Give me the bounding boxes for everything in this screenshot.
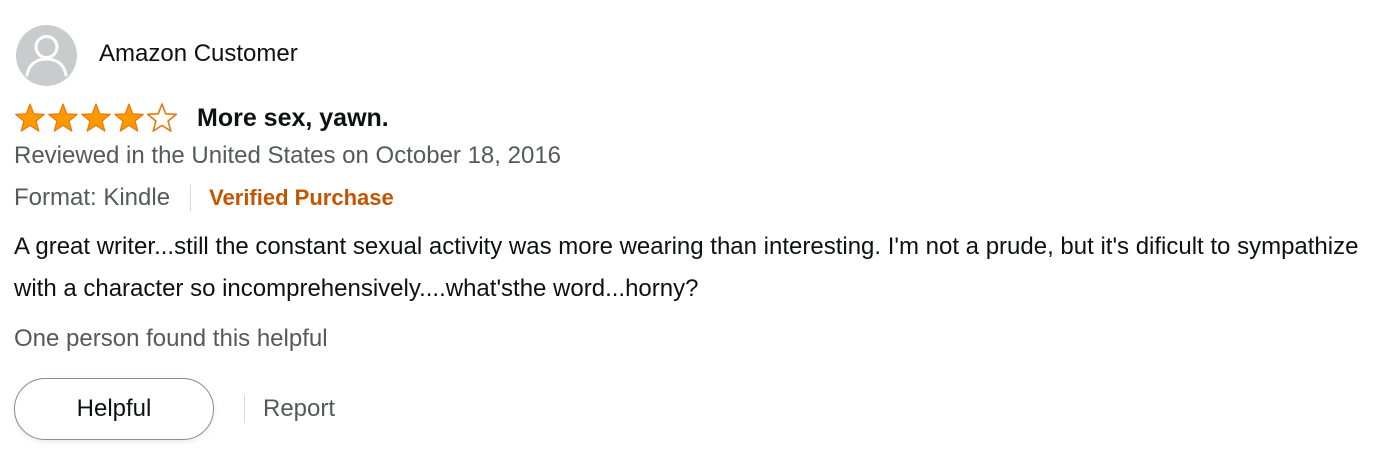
- customer-review: Amazon Customer More sex, yawn. Reviewed…: [0, 0, 1396, 462]
- star-filled-icon: [114, 103, 144, 132]
- helpful-button[interactable]: Helpful: [14, 378, 214, 440]
- rating-row: More sex, yawn.: [14, 100, 389, 136]
- review-date: Reviewed in the United States on October…: [14, 142, 562, 169]
- star-filled-icon: [48, 103, 78, 132]
- star-empty-icon: [146, 103, 178, 132]
- review-title[interactable]: More sex, yawn.: [197, 104, 389, 133]
- report-link[interactable]: Report: [263, 395, 335, 423]
- divider: [190, 185, 192, 211]
- review-body: A great writer...still the constant sexu…: [14, 233, 1359, 302]
- reviewer-profile[interactable]: Amazon Customer: [16, 24, 298, 86]
- star-filled-icon: [15, 103, 45, 132]
- helpful-count: One person found this helpful: [14, 325, 328, 352]
- avatar-icon: [16, 24, 77, 86]
- divider: [244, 395, 245, 423]
- star-filled-icon: [81, 103, 111, 132]
- review-actions: Helpful Report: [14, 377, 335, 441]
- verified-purchase-badge: Verified Purchase: [209, 185, 394, 210]
- format-link[interactable]: Format: Kindle: [14, 184, 170, 212]
- star-rating[interactable]: [14, 102, 179, 134]
- reviewer-name[interactable]: Amazon Customer: [99, 40, 298, 68]
- format-row: Format: Kindle Verified Purchase: [14, 182, 394, 214]
